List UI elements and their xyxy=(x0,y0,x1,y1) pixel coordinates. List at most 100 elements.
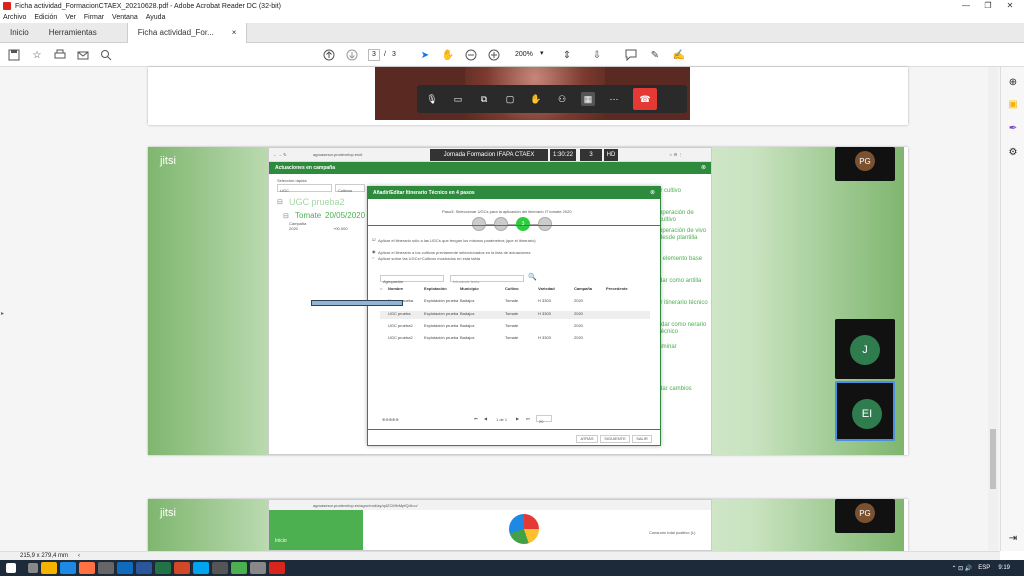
col-variedad[interactable]: Variedad xyxy=(538,286,574,294)
step-2[interactable] xyxy=(494,217,508,231)
word-icon[interactable] xyxy=(136,562,152,574)
sidebar-inicio[interactable]: Inicio xyxy=(275,538,287,544)
system-tray-icons[interactable]: ⌃ ⊡ 🔊 xyxy=(951,565,972,572)
action-guardar-cambios[interactable]: dar cambios xyxy=(659,386,711,392)
zoom-in-icon[interactable] xyxy=(487,48,501,62)
action-ir-cultivo[interactable]: ir cultivo xyxy=(659,188,711,210)
print-icon[interactable] xyxy=(53,48,67,62)
menu-ver[interactable]: Ver xyxy=(65,14,76,21)
app-icon-5[interactable] xyxy=(98,562,114,574)
participant-tile-pg[interactable]: PG xyxy=(835,147,895,181)
raise-hand-icon[interactable]: ✋ xyxy=(529,92,543,106)
page-up-icon[interactable] xyxy=(322,48,336,62)
crop-expand-icon[interactable]: ⊟ xyxy=(283,212,289,220)
table-row[interactable]: UGC prueba Explotación prueba Badajoz To… xyxy=(380,311,650,319)
tab-close-icon[interactable]: × xyxy=(232,23,237,43)
select-all-checkbox[interactable]: ○ xyxy=(380,286,388,294)
close-window-button[interactable]: ✕ xyxy=(999,0,1021,12)
page-number-input[interactable]: 3 xyxy=(368,49,380,61)
menu-ventana[interactable]: Ventana xyxy=(112,14,138,21)
option-radio-3[interactable]: ○ xyxy=(372,255,374,260)
col-cultivo[interactable]: Cultivo xyxy=(505,286,538,294)
taskbar-search-icon[interactable] xyxy=(28,563,38,573)
more-options-icon[interactable]: ⋯ xyxy=(607,92,621,106)
menu-firmar[interactable]: Firmar xyxy=(84,14,104,21)
cultivo-select[interactable]: Cultivos xyxy=(335,184,365,193)
pager-first-icon[interactable]: ⏮ xyxy=(474,416,478,421)
participants-icon[interactable]: ⚇ xyxy=(555,92,569,106)
col-explotacion[interactable]: Explotación xyxy=(424,286,460,294)
scrollbar-thumb[interactable] xyxy=(990,429,996,489)
chat-icon[interactable]: ▢ xyxy=(503,92,517,106)
page-down-icon[interactable] xyxy=(345,48,359,62)
step-3-active[interactable]: 3 xyxy=(516,217,530,231)
col-precedente[interactable]: Precedente xyxy=(606,286,642,294)
scroll-mode-icon[interactable]: ⇩ xyxy=(590,48,604,62)
page-fit-icon[interactable]: ⇕ xyxy=(560,48,574,62)
table-search-icon[interactable]: 🔍 xyxy=(528,273,537,281)
option-checkbox-1[interactable]: ☑ xyxy=(372,237,376,242)
step-1[interactable] xyxy=(472,217,486,231)
restore-button[interactable]: ❐ xyxy=(977,0,999,12)
outlook-icon[interactable] xyxy=(117,562,133,574)
tab-document[interactable]: Ficha actividad_For... × xyxy=(126,23,248,43)
search-icon[interactable] xyxy=(99,48,113,62)
hangup-icon[interactable]: ☎ xyxy=(633,88,657,110)
next-button[interactable]: SIGUIENTE xyxy=(600,435,630,443)
step-4[interactable] xyxy=(538,217,552,231)
clock[interactable]: 9:19 xyxy=(998,565,1010,571)
browser-url-2[interactable]: agroasesor.prodevelop.es/agro/mrd/ay/q4Z… xyxy=(313,503,418,508)
col-municipio[interactable]: Municipio xyxy=(460,286,505,294)
action-guardar-plantilla[interactable]: dar como antilla xyxy=(659,278,711,300)
star-icon[interactable]: ☆ xyxy=(30,48,44,62)
microphone-icon[interactable]: 🎙 xyxy=(425,92,439,106)
input-language[interactable]: ESP xyxy=(978,565,990,571)
hand-tool-icon[interactable]: ✋ xyxy=(441,48,455,62)
table-search-input[interactable]: Introducir texto xyxy=(450,275,524,284)
document-viewer[interactable]: ▸ ◂ 🎙 ▭ ⧉ ▢ ✋ ⚇ ▦ ⋯ ☎ jitsi ← → ↻ xyxy=(0,67,1000,551)
sign-icon[interactable]: ✍ xyxy=(672,48,686,62)
browser-nav-icons[interactable]: ← → ↻ xyxy=(273,152,287,157)
browser-url[interactable]: agroasesor.prodevelop.es/# xyxy=(313,152,362,157)
table-row[interactable]: UGC prueba2 Explotación prueba Badajoz T… xyxy=(380,323,642,331)
tab-inicio[interactable]: Inicio xyxy=(0,23,39,43)
app-icon-11[interactable] xyxy=(212,562,228,574)
action-eliminar[interactable]: liminar xyxy=(659,344,711,386)
minimize-button[interactable]: — xyxy=(955,0,977,12)
screen-share-icon[interactable]: ⧉ xyxy=(477,92,491,106)
participant-tile-ei[interactable]: EI xyxy=(835,381,895,441)
ugc-select[interactable]: UGC xyxy=(277,184,332,193)
menu-archivo[interactable]: Archivo xyxy=(3,14,26,21)
firefox-icon[interactable] xyxy=(79,562,95,574)
export-icons[interactable]: ⊕⊕⊕⊕⊕ xyxy=(382,417,399,422)
app-close-icon[interactable]: ⊗ xyxy=(701,164,706,171)
browser-menu-icons[interactable]: ☆ ⚙ ⋮ xyxy=(669,152,682,157)
col-nombre[interactable]: Nombre xyxy=(388,286,424,294)
menu-edicion[interactable]: Edición xyxy=(34,14,57,21)
powerpoint-icon[interactable] xyxy=(174,562,190,574)
action-plantilla[interactable]: operación de vivo desde plantilla xyxy=(659,228,711,256)
save-icon[interactable] xyxy=(7,48,21,62)
excel-icon[interactable] xyxy=(155,562,171,574)
zoom-search-icon[interactable]: ⊕ xyxy=(1006,75,1020,89)
pager-next-icon[interactable]: ▶ xyxy=(516,416,519,421)
tile-view-icon[interactable]: ▦ xyxy=(581,92,595,106)
comment-icon[interactable] xyxy=(624,48,638,62)
file-explorer-icon[interactable] xyxy=(41,562,57,574)
zoom-level[interactable]: 200% xyxy=(515,51,533,58)
chrome-icon[interactable] xyxy=(231,562,247,574)
ugc-expand-icon[interactable]: ⊟ xyxy=(277,198,283,206)
modal-close-icon[interactable]: ⊗ xyxy=(650,189,655,196)
table-row[interactable]: Nueva prueba Explotación prueba Badajoz … xyxy=(380,298,642,306)
participant-tile-pg-2[interactable]: PG xyxy=(835,499,895,533)
select-cursor-icon[interactable]: ➤ xyxy=(418,48,432,62)
pager-last-icon[interactable]: ⏭ xyxy=(526,416,530,421)
vertical-scrollbar[interactable] xyxy=(988,67,998,551)
comment-tool-icon[interactable]: ▣ xyxy=(1006,97,1020,111)
action-elemento-base[interactable]: r elemento base xyxy=(659,256,711,278)
left-pane-toggle-icon[interactable]: ▸ xyxy=(1,310,4,317)
app-icon-13[interactable] xyxy=(250,562,266,574)
menu-ayuda[interactable]: Ayuda xyxy=(146,14,166,21)
scroll-left-icon[interactable]: ‹ xyxy=(78,553,80,559)
pager-prev-icon[interactable]: ◀ xyxy=(484,416,487,421)
